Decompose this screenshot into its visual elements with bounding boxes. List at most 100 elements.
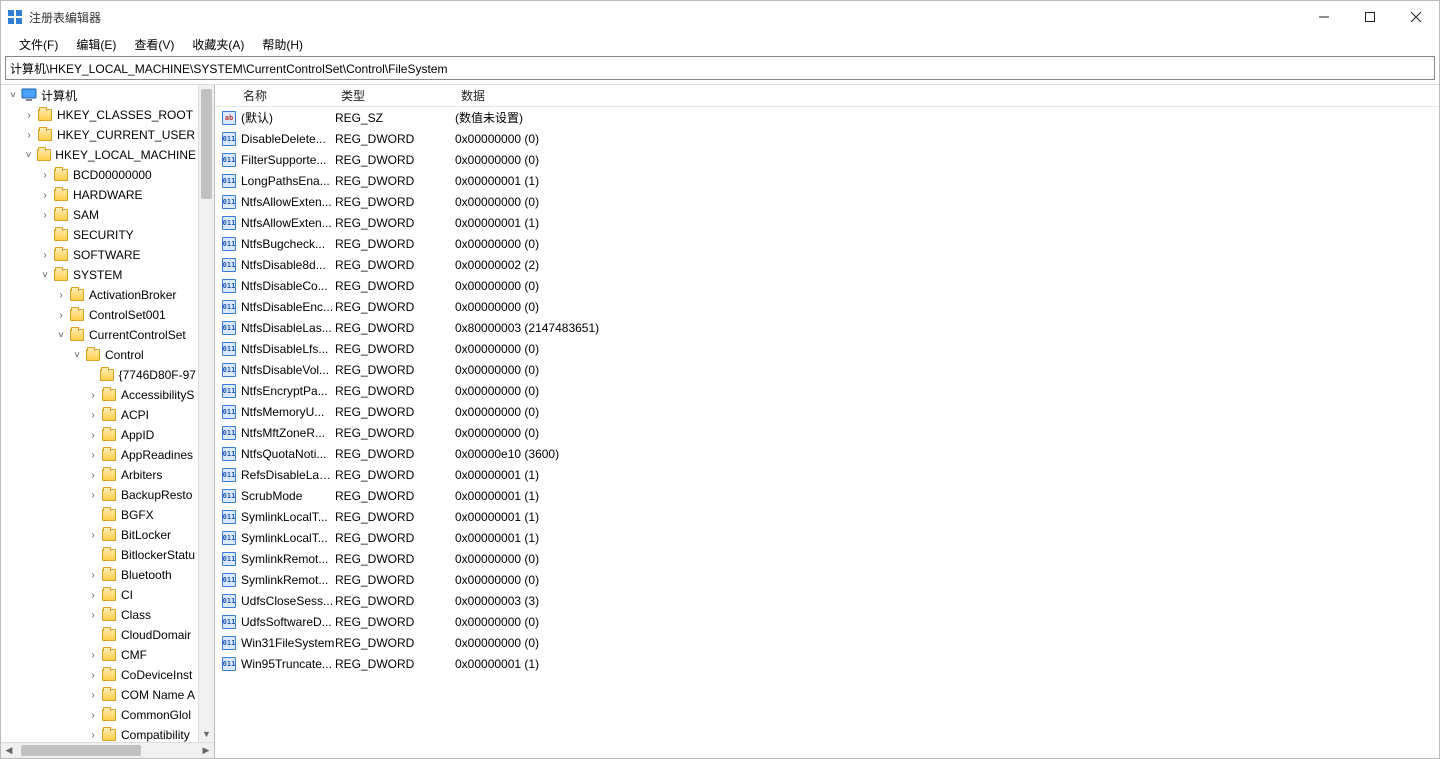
value-row[interactable]: 011NtfsEncryptPa...REG_DWORD0x00000000 (… xyxy=(215,380,1439,401)
value-row[interactable]: 011SymlinkLocalT...REG_DWORD0x00000001 (… xyxy=(215,527,1439,548)
chevron-down-icon[interactable]: ˅ xyxy=(21,150,36,161)
menu-edit[interactable]: 编辑(E) xyxy=(68,34,124,55)
chevron-right-icon[interactable]: › xyxy=(85,430,101,441)
column-name[interactable]: 名称 xyxy=(215,87,335,104)
tree-item[interactable]: ›BCD00000000 xyxy=(1,165,198,185)
value-row[interactable]: ab(默认)REG_SZ(数值未设置) xyxy=(215,107,1439,128)
value-row[interactable]: 011Win95Truncate...REG_DWORD0x00000001 (… xyxy=(215,653,1439,674)
scroll-left-icon[interactable]: ◀ xyxy=(1,743,17,758)
chevron-right-icon[interactable]: › xyxy=(85,450,101,461)
value-row[interactable]: 011NtfsAllowExten...REG_DWORD0x00000001 … xyxy=(215,212,1439,233)
tree-item[interactable]: ›Bluetooth xyxy=(1,565,198,585)
tree-item[interactable]: ›Class xyxy=(1,605,198,625)
key-tree[interactable]: ˅计算机›HKEY_CLASSES_ROOT›HKEY_CURRENT_USER… xyxy=(1,85,214,758)
close-button[interactable] xyxy=(1393,1,1439,33)
chevron-right-icon[interactable]: › xyxy=(53,290,69,301)
chevron-down-icon[interactable]: ˅ xyxy=(69,350,85,361)
tree-scrollbar-horizontal[interactable]: ◀ ▶ xyxy=(1,742,214,758)
value-row[interactable]: 011UdfsCloseSess...REG_DWORD0x00000003 (… xyxy=(215,590,1439,611)
value-row[interactable]: 011Win31FileSystemREG_DWORD0x00000000 (0… xyxy=(215,632,1439,653)
value-row[interactable]: 011NtfsDisableLfs...REG_DWORD0x00000000 … xyxy=(215,338,1439,359)
tree-item[interactable]: ›HKEY_CLASSES_ROOT xyxy=(1,105,198,125)
chevron-right-icon[interactable]: › xyxy=(85,690,101,701)
value-row[interactable]: 011RefsDisableLas...REG_DWORD0x00000001 … xyxy=(215,464,1439,485)
chevron-right-icon[interactable]: › xyxy=(21,130,37,141)
values-header[interactable]: 名称 类型 数据 xyxy=(215,85,1439,107)
value-row[interactable]: 011NtfsBugcheck...REG_DWORD0x00000000 (0… xyxy=(215,233,1439,254)
value-row[interactable]: 011ScrubModeREG_DWORD0x00000001 (1) xyxy=(215,485,1439,506)
value-row[interactable]: 011NtfsDisable8d...REG_DWORD0x00000002 (… xyxy=(215,254,1439,275)
value-row[interactable]: 011NtfsDisableLas...REG_DWORD0x80000003 … xyxy=(215,317,1439,338)
chevron-right-icon[interactable]: › xyxy=(37,250,53,261)
value-row[interactable]: 011FilterSupporte...REG_DWORD0x00000000 … xyxy=(215,149,1439,170)
tree-item[interactable]: ›Compatibility xyxy=(1,725,198,742)
tree-item[interactable]: BitlockerStatu xyxy=(1,545,198,565)
value-row[interactable]: 011LongPathsEna...REG_DWORD0x00000001 (1… xyxy=(215,170,1439,191)
tree-item[interactable]: ›SAM xyxy=(1,205,198,225)
scroll-down-icon[interactable]: ▼ xyxy=(199,726,214,742)
tree-item[interactable]: ›AppID xyxy=(1,425,198,445)
tree-item[interactable]: ›CommonGlol xyxy=(1,705,198,725)
chevron-right-icon[interactable]: › xyxy=(85,570,101,581)
chevron-right-icon[interactable]: › xyxy=(21,110,37,121)
tree-item[interactable]: BGFX xyxy=(1,505,198,525)
chevron-right-icon[interactable]: › xyxy=(85,410,101,421)
value-row[interactable]: 011NtfsDisableVol...REG_DWORD0x00000000 … xyxy=(215,359,1439,380)
column-data[interactable]: 数据 xyxy=(455,87,1439,104)
chevron-right-icon[interactable]: › xyxy=(85,590,101,601)
chevron-right-icon[interactable]: › xyxy=(85,670,101,681)
value-row[interactable]: 011SymlinkRemot...REG_DWORD0x00000000 (0… xyxy=(215,548,1439,569)
chevron-right-icon[interactable]: › xyxy=(85,490,101,501)
chevron-right-icon[interactable]: › xyxy=(85,470,101,481)
tree-scrollbar-vertical[interactable]: ▲ ▼ xyxy=(198,85,214,742)
tree-item[interactable]: ›AppReadines xyxy=(1,445,198,465)
chevron-right-icon[interactable]: › xyxy=(85,390,101,401)
tree-item[interactable]: ›HKEY_CURRENT_USER xyxy=(1,125,198,145)
value-row[interactable]: 011DisableDelete...REG_DWORD0x00000000 (… xyxy=(215,128,1439,149)
tree-item[interactable]: ›CI xyxy=(1,585,198,605)
tree-item[interactable]: {7746D80F-97 xyxy=(1,365,198,385)
tree-item[interactable]: CloudDomair xyxy=(1,625,198,645)
value-row[interactable]: 011NtfsAllowExten...REG_DWORD0x00000000 … xyxy=(215,191,1439,212)
chevron-down-icon[interactable]: ˅ xyxy=(37,270,53,281)
chevron-right-icon[interactable]: › xyxy=(53,310,69,321)
column-type[interactable]: 类型 xyxy=(335,87,455,104)
tree-item[interactable]: ˅CurrentControlSet xyxy=(1,325,198,345)
value-row[interactable]: 011NtfsDisableEnc...REG_DWORD0x00000000 … xyxy=(215,296,1439,317)
tree-item[interactable]: ˅计算机 xyxy=(1,85,198,105)
tree-item[interactable]: ›ACPI xyxy=(1,405,198,425)
tree-item[interactable]: ›CoDeviceInst xyxy=(1,665,198,685)
tree-item[interactable]: ˅SYSTEM xyxy=(1,265,198,285)
menu-view[interactable]: 查看(V) xyxy=(126,34,182,55)
chevron-down-icon[interactable]: ˅ xyxy=(5,90,21,101)
value-row[interactable]: 011NtfsDisableCo...REG_DWORD0x00000000 (… xyxy=(215,275,1439,296)
menu-file[interactable]: 文件(F) xyxy=(11,34,66,55)
chevron-right-icon[interactable]: › xyxy=(37,210,53,221)
chevron-right-icon[interactable]: › xyxy=(85,710,101,721)
tree-item[interactable]: ˅HKEY_LOCAL_MACHINE xyxy=(1,145,198,165)
tree-item[interactable]: ›CMF xyxy=(1,645,198,665)
chevron-down-icon[interactable]: ˅ xyxy=(53,330,69,341)
chevron-right-icon[interactable]: › xyxy=(85,650,101,661)
value-row[interactable]: 011SymlinkLocalT...REG_DWORD0x00000001 (… xyxy=(215,506,1439,527)
value-row[interactable]: 011NtfsMemoryU...REG_DWORD0x00000000 (0) xyxy=(215,401,1439,422)
tree-item[interactable]: ›HARDWARE xyxy=(1,185,198,205)
values-list[interactable]: ab(默认)REG_SZ(数值未设置)011DisableDelete...RE… xyxy=(215,107,1439,758)
menu-favorites[interactable]: 收藏夹(A) xyxy=(184,34,252,55)
menu-help[interactable]: 帮助(H) xyxy=(254,34,311,55)
tree-item[interactable]: ›Arbiters xyxy=(1,465,198,485)
tree-item[interactable]: SECURITY xyxy=(1,225,198,245)
address-bar[interactable]: 计算机\HKEY_LOCAL_MACHINE\SYSTEM\CurrentCon… xyxy=(5,56,1435,80)
tree-item[interactable]: ›BitLocker xyxy=(1,525,198,545)
minimize-button[interactable] xyxy=(1301,1,1347,33)
tree-item[interactable]: ›AccessibilityS xyxy=(1,385,198,405)
tree-item[interactable]: ›ActivationBroker xyxy=(1,285,198,305)
chevron-right-icon[interactable]: › xyxy=(85,610,101,621)
scroll-thumb-horizontal[interactable] xyxy=(21,745,141,756)
value-row[interactable]: 011SymlinkRemot...REG_DWORD0x00000000 (0… xyxy=(215,569,1439,590)
titlebar[interactable]: 注册表编辑器 xyxy=(1,1,1439,33)
tree-item[interactable]: ›COM Name A xyxy=(1,685,198,705)
value-row[interactable]: 011UdfsSoftwareD...REG_DWORD0x00000000 (… xyxy=(215,611,1439,632)
chevron-right-icon[interactable]: › xyxy=(85,530,101,541)
tree-item[interactable]: ›SOFTWARE xyxy=(1,245,198,265)
